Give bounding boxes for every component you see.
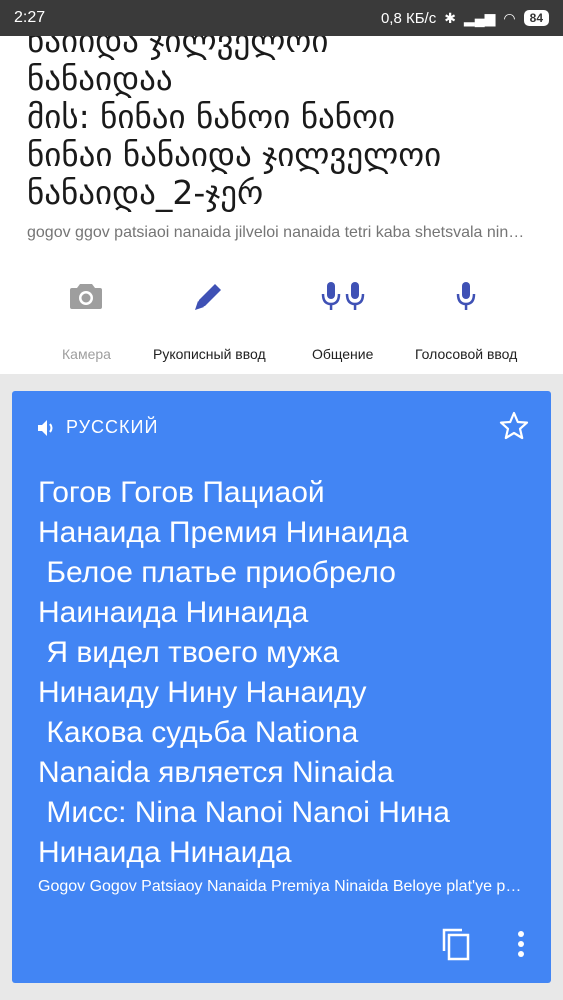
handwriting-button[interactable]: Рукописный ввод (153, 276, 266, 362)
source-line: ნინაი ნანაიდა ჯილველოი (27, 135, 442, 174)
signal-icon: ▂▄▆ (463, 9, 496, 26)
speaker-icon[interactable] (36, 418, 58, 438)
more-vert-icon (518, 931, 524, 957)
battery-icon: 84 (523, 10, 549, 26)
source-line: მის: ნინაი ნანოი ნანოი (27, 97, 396, 136)
status-indicators: 0,8 КБ/с ✱ ▂▄▆ ◠ 84 (381, 10, 549, 27)
more-options-button[interactable] (517, 930, 525, 958)
card-actions (441, 927, 525, 961)
status-bar: 2:27 0,8 КБ/с ✱ ▂▄▆ ◠ 84 (0, 0, 563, 36)
source-line: ნანაიდა_2-ჯერ (27, 173, 264, 212)
copy-icon (442, 928, 470, 961)
pen-icon (195, 284, 222, 310)
camera-label: Камера (62, 346, 111, 362)
input-tools: Камера Рукописный ввод Общение Голосовой… (0, 276, 563, 366)
copy-button[interactable] (441, 927, 471, 961)
source-card: ნაიიდა ჯილველოი ნანაიდაა მის: ნინაი ნანო… (0, 36, 563, 374)
source-transliteration: gogov ggov patsiaoi nanaida jilveloi nan… (27, 224, 532, 241)
star-icon (499, 411, 529, 440)
camera-button[interactable]: Камера (62, 276, 111, 362)
conversation-button[interactable]: Общение (312, 276, 373, 362)
voice-input-label: Голосовой ввод (415, 346, 518, 362)
handwriting-label: Рукописный ввод (153, 346, 266, 362)
voice-input-button[interactable]: Голосовой ввод (415, 276, 517, 362)
translation-card[interactable]: РУССКИЙ Гогов Гогов Пациаой Нанаида Прем… (12, 391, 551, 983)
camera-icon (70, 284, 103, 309)
source-text[interactable]: ნაიიდა ჯილველოი ნანაიდაა მის: ნინაი ნანო… (27, 36, 547, 212)
translation-text[interactable]: Гогов Гогов Пациаой Нанаида Премия Нинаи… (38, 473, 543, 873)
status-time: 2:27 (14, 9, 46, 26)
target-language: РУССКИЙ (66, 417, 159, 437)
source-line: ნანაიდაა (27, 59, 173, 98)
dual-mic-icon (321, 282, 364, 310)
wifi-icon: ◠ (503, 9, 516, 26)
mic-icon (456, 282, 476, 310)
star-button[interactable] (499, 411, 529, 446)
network-speed: 0,8 КБ/с (380, 9, 437, 27)
translation-transliteration: Gogov Gogov Patsiaoy Nanaida Premiya Nin… (38, 878, 525, 895)
source-line: ნაიიდა ჯილველოი (27, 36, 329, 60)
bluetooth-icon: ✱ (444, 9, 456, 26)
target-language-row[interactable]: РУССКИЙ (36, 417, 158, 438)
conversation-label: Общение (312, 346, 374, 362)
